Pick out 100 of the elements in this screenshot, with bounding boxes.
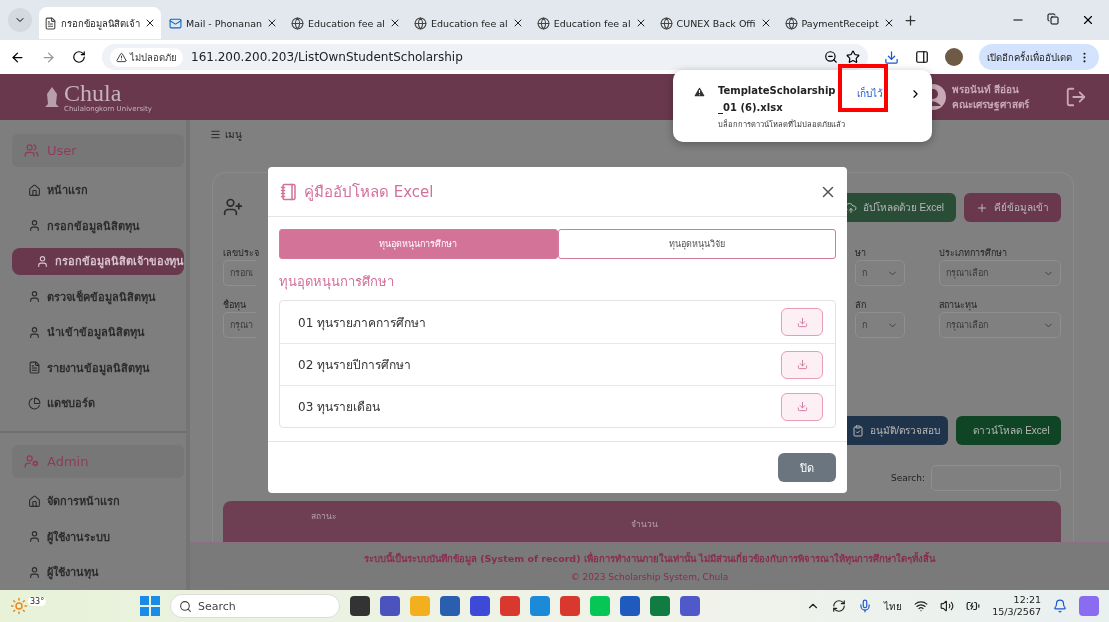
reload-icon[interactable] xyxy=(72,50,86,64)
plus-icon xyxy=(976,201,988,214)
template-name: 03 ทุนรายเดือน xyxy=(298,399,381,416)
search-icon xyxy=(179,599,192,613)
download-icon xyxy=(796,359,808,370)
sidebar-item[interactable]: หน้าแรก xyxy=(12,172,184,208)
cloud-upload-icon xyxy=(844,201,857,214)
select-field[interactable]: ก xyxy=(855,260,905,286)
field-label: สถานะทุน xyxy=(939,299,978,312)
sidebar-item[interactable]: กรอกข้อมูลนิสิตเจ้าของทุน xyxy=(12,247,184,276)
column-header: สถานะ xyxy=(311,510,338,523)
sidebar-item[interactable]: ผู้ใช้งานทุน xyxy=(12,554,184,590)
app-icon[interactable] xyxy=(620,596,640,616)
app-icon[interactable] xyxy=(650,596,670,616)
sidebar-section-header: User xyxy=(12,134,184,167)
sync-icon[interactable] xyxy=(832,599,847,613)
bell-icon[interactable] xyxy=(1053,599,1067,613)
field-label: ประเภทการศึกษา xyxy=(939,247,1008,260)
input-field[interactable]: กรุณา xyxy=(223,312,256,338)
action-button[interactable]: ดาวน์โหลด Excel xyxy=(956,416,1061,445)
search-label: Search: xyxy=(891,473,925,483)
sidebar-item[interactable]: จัดการหน้าแรก xyxy=(12,483,184,519)
browser-tab[interactable]: PaymentReceipt xyxy=(779,7,900,39)
select-field[interactable]: กรุณาเลือก xyxy=(939,260,1061,286)
field-label: ษา xyxy=(855,247,867,260)
keep-link[interactable]: เก็บไว้ xyxy=(857,86,883,101)
globe-icon xyxy=(659,16,673,30)
tab-search-button[interactable] xyxy=(8,8,32,32)
sidebar-item[interactable]: แดชบอร์ด xyxy=(12,385,184,422)
browser-tab[interactable]: Mail - Phonanan xyxy=(164,7,284,39)
language-indicator[interactable]: ไทย xyxy=(884,598,903,614)
side-panel-icon[interactable] xyxy=(915,50,929,64)
house-icon xyxy=(28,183,41,197)
highlight-frame xyxy=(838,64,888,112)
app-icon[interactable] xyxy=(470,596,490,616)
modal-tab[interactable]: ทุนอุดหนุนวิจัย xyxy=(557,229,836,259)
download-icon xyxy=(796,316,808,328)
close-button[interactable]: ปิด xyxy=(778,453,836,482)
battery-icon[interactable] xyxy=(966,599,981,613)
field-label: ชื่อทุน xyxy=(223,298,247,312)
mail-icon xyxy=(169,16,182,30)
profile-avatar[interactable] xyxy=(945,48,963,66)
new-tab-button[interactable] xyxy=(902,12,918,28)
browser-tab[interactable]: Education fee al xyxy=(531,7,652,39)
user-gear-icon xyxy=(24,453,39,469)
forward-icon[interactable] xyxy=(41,49,56,65)
download-icon[interactable] xyxy=(884,49,899,65)
notebook-icon xyxy=(280,182,298,201)
restore-icon[interactable] xyxy=(1047,13,1059,25)
app-icon[interactable] xyxy=(560,596,580,616)
sidebar-item[interactable]: รายงานข้อมูลนิสิตทุน xyxy=(12,350,184,386)
microphone-icon[interactable] xyxy=(858,599,873,613)
app-icon[interactable] xyxy=(440,596,460,616)
users-icon xyxy=(24,142,39,158)
download-icon xyxy=(796,401,808,412)
sidebar-item[interactable]: ผู้ใช้งานระบบ xyxy=(12,519,184,555)
clipboard-check-icon xyxy=(852,424,865,437)
browser-tab[interactable]: CUNEX Back Offi xyxy=(654,7,777,39)
app-icon[interactable] xyxy=(350,596,370,616)
volume-icon[interactable] xyxy=(940,599,955,613)
document-icon xyxy=(44,16,57,30)
document-icon xyxy=(28,361,41,375)
wifi-icon[interactable] xyxy=(914,599,929,613)
temperature[interactable]: 33° xyxy=(28,597,47,606)
browser-tab[interactable]: กรอกข้อมูลนิสิตเจ้า xyxy=(39,7,161,39)
url-text[interactable]: 161.200.200.203/ListOwnStudentScholarship xyxy=(191,50,463,64)
user-icon xyxy=(36,254,49,268)
clock[interactable]: 12:21 15/3/2567 xyxy=(992,594,1041,618)
browser-tab[interactable]: Education fee al xyxy=(408,7,529,39)
user-name: พรอนันท์ สีอ่อน xyxy=(952,83,1021,97)
emblem-icon xyxy=(44,86,60,108)
app-icon[interactable] xyxy=(500,596,520,616)
windows-logo-icon[interactable] xyxy=(140,596,160,616)
action-button[interactable]: คีย์ข้อมูลเข้า xyxy=(964,193,1061,222)
sidebar-item[interactable]: กรอกข้อมูลนิสิตทุน xyxy=(12,208,184,244)
close-icon[interactable] xyxy=(1081,13,1095,27)
logout-icon[interactable] xyxy=(1065,86,1087,108)
select-field[interactable]: กรุณาเลือก xyxy=(939,312,1061,338)
menu-toggle[interactable]: เมนู xyxy=(200,120,242,148)
back-icon[interactable] xyxy=(10,49,25,65)
globe-icon xyxy=(291,16,305,30)
modal-title: คู่มืออัปโหลด Excel xyxy=(304,181,434,203)
update-button[interactable]: เปิดอีกครั้งเพื่ออัปเดต xyxy=(979,44,1099,70)
sidebar-item[interactable]: ตรวจเช็คข้อมูลนิสิตทุน xyxy=(12,279,184,315)
house-icon xyxy=(28,494,41,508)
input-field[interactable]: กรอกเ xyxy=(223,260,256,286)
zoom-out-icon[interactable] xyxy=(824,50,838,64)
select-field[interactable]: ก xyxy=(855,312,905,338)
modal-tab[interactable]: ทุนอุดหนุนการศึกษา xyxy=(279,229,558,259)
sidebar-item[interactable]: นำเข้าข้อมูลนิสิตทุน xyxy=(12,314,184,351)
taskbar-search[interactable]: Search xyxy=(170,594,340,618)
app-icon[interactable] xyxy=(680,596,700,616)
user-icon xyxy=(28,565,41,579)
browser-tab[interactable]: Education fee al xyxy=(286,7,406,39)
security-chip[interactable]: ไม่ปลอดภัย xyxy=(110,47,183,67)
app-icon[interactable] xyxy=(380,596,400,616)
star-icon[interactable] xyxy=(846,50,860,64)
close-icon[interactable] xyxy=(144,17,156,29)
field-label: ลัก xyxy=(855,299,867,312)
column-header: จำนวน xyxy=(631,518,659,531)
